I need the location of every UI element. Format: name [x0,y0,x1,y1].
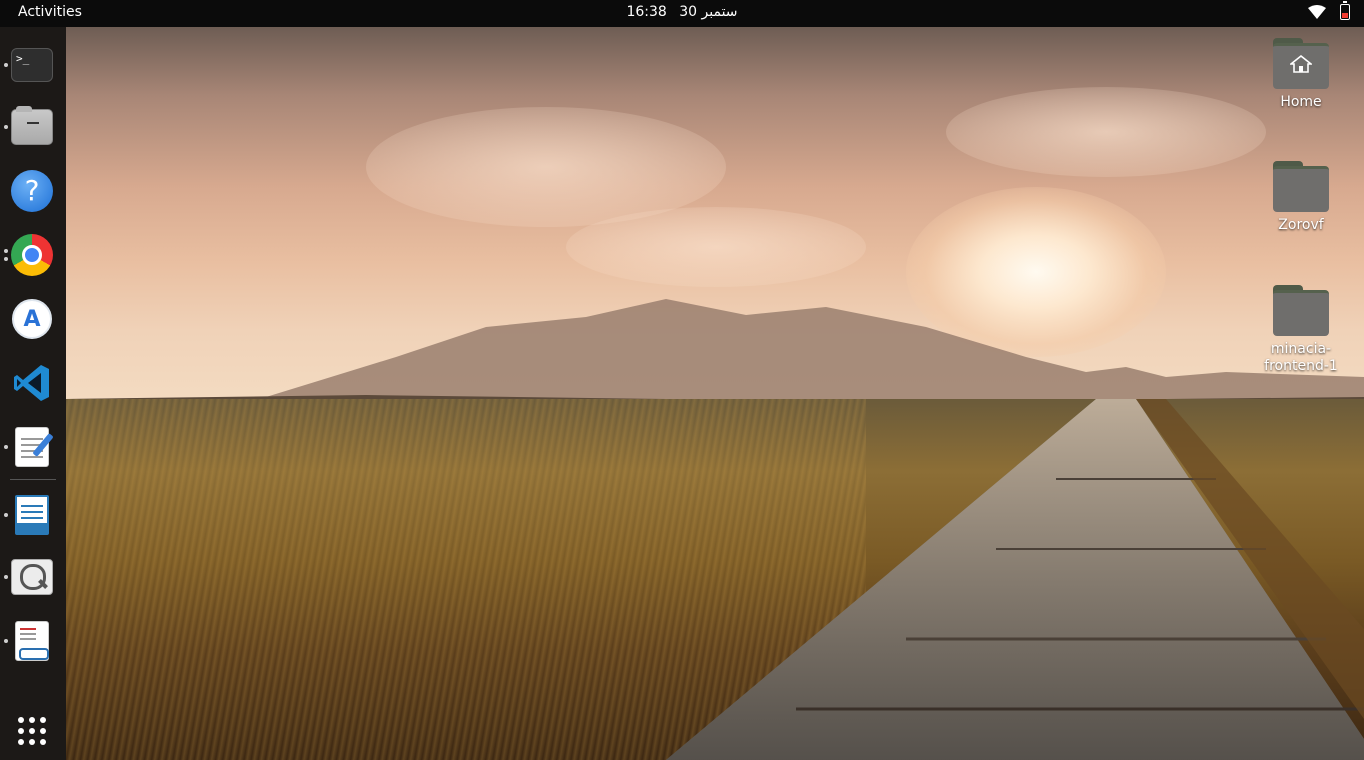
desktop-icon-label: Zorovf [1278,217,1324,233]
show-applications-button[interactable] [10,709,54,753]
desktop-icon-minacia-frontend[interactable]: minacia- frontend-1 [1256,285,1346,375]
running-indicator [4,257,8,261]
desktop-icon-home[interactable]: Home [1256,38,1346,111]
dock-text-editor[interactable] [4,425,54,469]
wifi-icon [1308,5,1326,19]
desktop-icon-label-line2: frontend-1 [1264,358,1338,374]
clock[interactable]: 16:38 30 ستمبر [0,4,1364,20]
dock-help[interactable]: ? [10,169,54,213]
dock-chrome[interactable] [4,233,54,277]
dock-image-viewer[interactable] [4,555,54,599]
dock-files[interactable] [4,105,54,149]
system-tray[interactable] [1308,1,1350,20]
running-indicator [4,63,8,67]
dock-terminal[interactable]: >_ [4,43,54,87]
text-editor-icon [15,427,49,467]
desktop-icon-zorovf[interactable]: Zorovf [1256,161,1346,234]
dock-document-viewer[interactable] [4,619,54,663]
running-indicator [4,249,8,253]
running-indicator [4,445,8,449]
cloud [566,207,866,287]
running-indicator [4,125,8,129]
dock: >_ ? A [0,27,66,760]
help-icon: ? [11,170,53,212]
files-icon [11,106,53,145]
writer-icon [15,495,49,535]
app-grid-icon [18,717,46,745]
android-studio-icon: A [12,299,52,339]
clock-date: 30 ستمبر [679,4,738,20]
image-viewer-icon [11,559,53,595]
vscode-icon [11,362,53,404]
cloud [946,87,1266,177]
dock-libreoffice-writer[interactable] [4,493,54,537]
desktop-icon-label-line1: minacia- [1270,341,1332,357]
desktop-icon-label: Home [1280,94,1322,110]
dock-android-studio[interactable]: A [10,297,54,341]
desktop-wallpaper [66,27,1364,760]
document-viewer-icon [15,621,49,661]
desktop-icon-label: minacia- frontend-1 [1264,341,1338,375]
folder-icon [1273,161,1329,212]
clock-time: 16:38 [626,4,667,20]
road [666,399,1364,760]
top-bar: Activities 16:38 30 ستمبر [0,0,1364,27]
chrome-icon [11,234,53,276]
running-indicator [4,575,8,579]
mountains [66,299,1364,407]
battery-icon [1340,1,1350,20]
home-folder-icon [1273,38,1329,89]
dock-separator [10,479,56,480]
terminal-icon: >_ [11,48,53,82]
dock-vscode[interactable] [10,361,54,405]
home-icon [1290,55,1312,73]
folder-icon [1273,285,1329,336]
running-indicator [4,513,8,517]
running-indicator [4,639,8,643]
